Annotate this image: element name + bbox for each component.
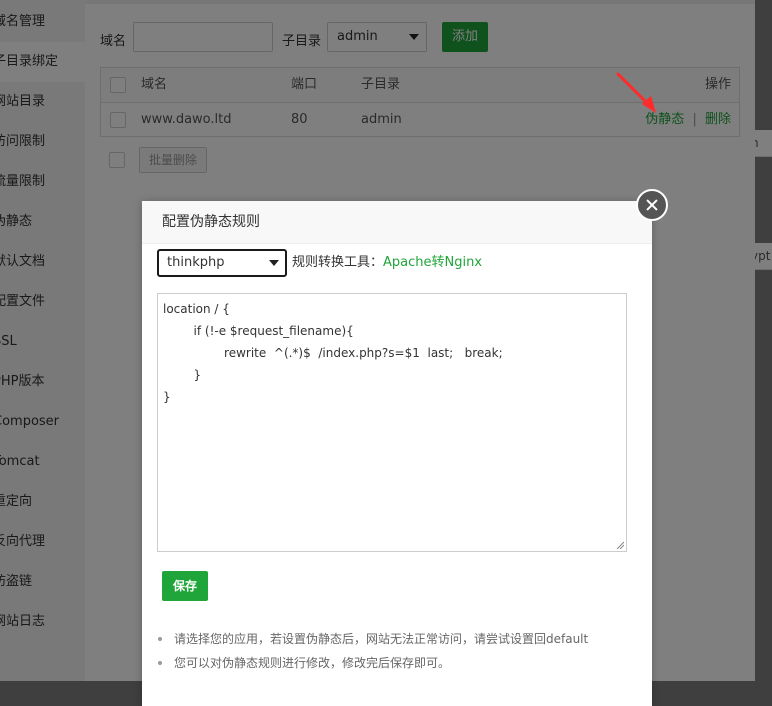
tip-item: 请选择您的应用，若设置伪静态后，网站无法正常访问，请尝试设置回default (158, 627, 638, 651)
code-line: } (163, 390, 171, 404)
rewrite-rule-editor[interactable]: location / { if (!-e $request_filename){… (157, 293, 627, 552)
code-line: } (163, 368, 202, 382)
resize-grip-icon[interactable] (616, 541, 624, 549)
dialog-header: 配置伪静态规则 (142, 201, 652, 244)
code-line: location / { (163, 302, 230, 316)
rewrite-rule-dialog: 配置伪静态规则 thinkphp 规则转换工具：Apache转Nginx loc… (142, 201, 652, 706)
chevron-down-icon (269, 260, 279, 266)
tool-label: 规则转换工具： (292, 255, 384, 270)
help-tips: 请选择您的应用，若设置伪静态后，网站无法正常访问，请尝试设置回default 您… (158, 627, 638, 675)
apache-to-nginx-link[interactable]: Apache转Nginx (383, 255, 482, 270)
rule-convert-tool: 规则转换工具：Apache转Nginx (292, 249, 482, 277)
close-icon[interactable] (636, 189, 668, 221)
dialog-title: 配置伪静态规则 (162, 214, 260, 230)
tip-item: 您可以对伪静态规则进行修改，修改完后保存即可。 (158, 651, 638, 675)
save-button[interactable]: 保存 (162, 571, 208, 601)
rule-template-value: thinkphp (167, 255, 225, 270)
code-line: if (!-e $request_filename){ (163, 324, 354, 338)
rule-template-select[interactable]: thinkphp (157, 249, 287, 277)
code-line: rewrite ^(.*)$ /index.php?s=$1 last; bre… (163, 346, 503, 360)
